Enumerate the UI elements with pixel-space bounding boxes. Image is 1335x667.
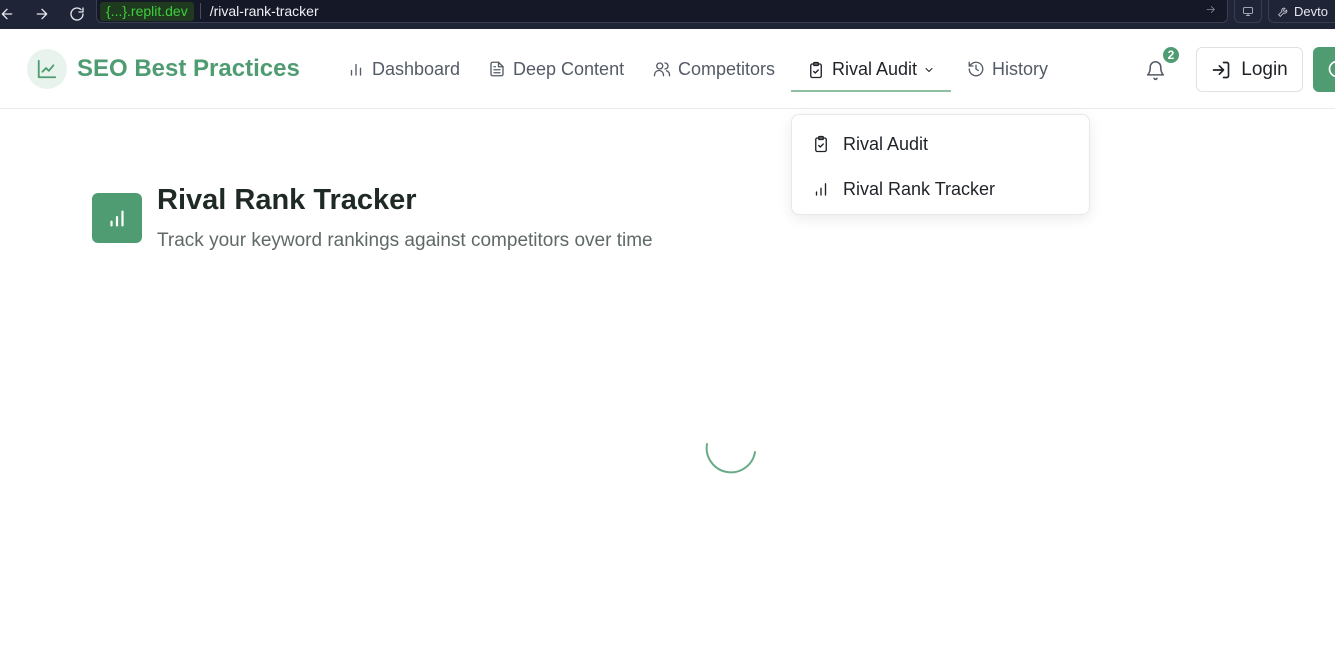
nav-rival-audit[interactable]: Rival Audit — [791, 49, 952, 92]
nav-deep-content[interactable]: Deep Content — [488, 49, 624, 89]
notifications-button[interactable] — [1145, 60, 1166, 86]
nav-dashboard[interactable]: Dashboard — [347, 49, 460, 89]
primary-action-button[interactable] — [1313, 47, 1335, 92]
browser-toolbar: {...}.replit.dev /rival-rank-tracker Dev… — [0, 0, 1335, 29]
chevron-down-icon — [925, 67, 933, 72]
users-icon — [653, 62, 671, 77]
clipboard-check-icon — [815, 135, 827, 153]
nav-history[interactable]: History — [967, 49, 1048, 89]
monitor-button[interactable] — [1234, 0, 1262, 23]
login-label: Login — [1241, 58, 1288, 80]
menu-item-label: Rival Rank Tracker — [843, 178, 996, 199]
file-text-icon — [490, 61, 504, 77]
log-in-icon — [1212, 61, 1230, 78]
menu-item-rival-audit[interactable]: Rival Audit — [812, 129, 928, 159]
circle-icon — [1328, 60, 1335, 78]
bar-chart-icon — [815, 183, 827, 196]
bell-icon — [1146, 61, 1165, 81]
trending-chart-icon — [37, 59, 57, 79]
notification-badge: 2 — [1161, 45, 1181, 65]
monitor-icon — [1243, 6, 1253, 16]
brand-name[interactable]: SEO Best Practices — [77, 55, 300, 83]
address-bar[interactable]: {...}.replit.dev /rival-rank-tracker — [96, 0, 1228, 23]
forward-icon[interactable] — [31, 3, 53, 25]
clipboard-check-icon — [810, 61, 822, 78]
back-icon[interactable] — [0, 3, 18, 25]
nav-label: Deep Content — [513, 58, 625, 79]
app-header: SEO Best Practices Dashboard Deep Conten… — [0, 29, 1335, 109]
bar-chart-icon — [110, 210, 124, 227]
rival-audit-dropdown: Rival Audit Rival Rank Tracker — [791, 114, 1090, 215]
devtools-button[interactable]: Devto — [1268, 0, 1335, 23]
url-divider — [199, 3, 201, 19]
login-button[interactable]: Login — [1196, 47, 1303, 92]
nav-label: History — [992, 58, 1049, 79]
menu-item-label: Rival Audit — [843, 133, 929, 154]
reload-icon[interactable] — [66, 3, 88, 25]
page-subtitle: Track your keyword rankings against comp… — [157, 230, 653, 251]
logo[interactable] — [27, 49, 67, 89]
nav-label: Competitors — [678, 58, 776, 79]
loading-spinner — [705, 443, 756, 474]
nav-label: Dashboard — [372, 58, 461, 79]
nav-label: Rival Audit — [832, 59, 918, 79]
go-arrow-icon[interactable] — [1204, 3, 1217, 21]
menu-item-rival-rank-tracker[interactable]: Rival Rank Tracker — [812, 174, 995, 204]
bar-chart-icon — [350, 63, 362, 76]
url-domain: {...}.replit.dev — [100, 1, 194, 21]
history-icon — [968, 61, 984, 77]
page-title: Rival Rank Tracker — [157, 184, 417, 216]
devtools-label: Devto — [1294, 3, 1328, 19]
nav-competitors[interactable]: Competitors — [653, 49, 775, 89]
page-icon — [92, 193, 142, 243]
wrench-icon — [1278, 7, 1288, 17]
url-path: /rival-rank-tracker — [209, 3, 319, 19]
